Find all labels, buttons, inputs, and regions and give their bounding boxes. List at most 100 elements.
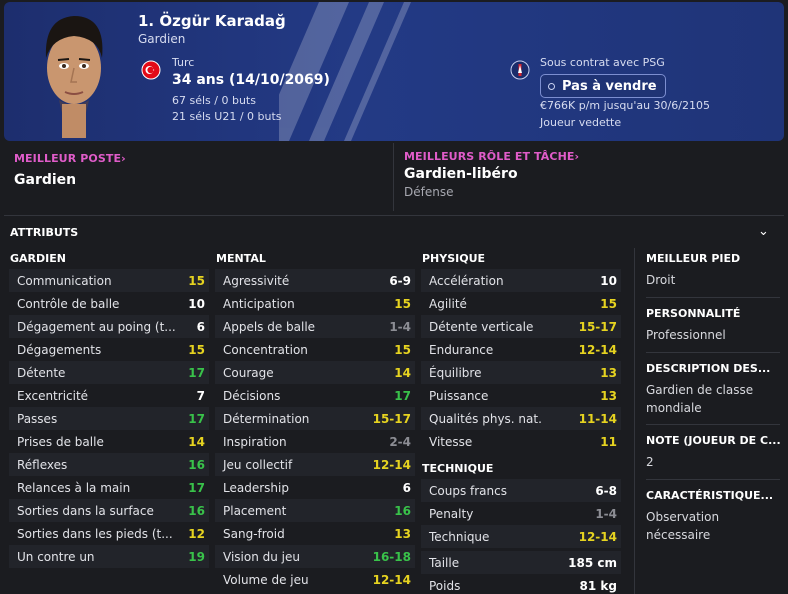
- wage-contract-end: €766K p/m jusqu'au 30/6/2105: [540, 99, 710, 112]
- player-header: 1. Özgür Karadağ Gardien Turc 34 ans (14…: [4, 2, 784, 141]
- attribute-row[interactable]: Penalty 1-4: [421, 502, 621, 525]
- attribute-row[interactable]: Communication 15: [9, 269, 209, 292]
- attribute-label: Sorties dans la surface: [17, 503, 154, 518]
- section-divider: [4, 215, 784, 216]
- attribute-label: Penalty: [429, 506, 474, 521]
- side-item-characteristics[interactable]: CARACTÉRISTIQUE... Observation nécessair…: [646, 489, 780, 544]
- player-name: 1. Özgür Karadağ: [138, 12, 286, 30]
- best-position-link[interactable]: MEILLEUR POSTE›: [14, 152, 126, 165]
- attribute-row[interactable]: Excentricité 7: [9, 384, 209, 407]
- attribute-row[interactable]: Un contre un 19: [9, 545, 209, 568]
- contract-club[interactable]: Sous contrat avec PSG: [540, 56, 665, 69]
- attribute-row[interactable]: Relances à la main 17: [9, 476, 209, 499]
- attribute-row[interactable]: Passes 17: [9, 407, 209, 430]
- attribute-value: 6-8: [595, 483, 617, 498]
- attribute-row[interactable]: Équilibre 13: [421, 361, 621, 384]
- attribute-row[interactable]: Vision du jeu 16-18: [215, 545, 415, 568]
- best-role-value: Gardien-libéro: [404, 166, 518, 182]
- attributes-title: ATTRIBUTS: [10, 226, 79, 239]
- best-role-title: MEILLEURS RÔLE ET TÂCHE: [404, 150, 575, 163]
- attribute-label: Sang-froid: [223, 526, 285, 541]
- mental-list: Agressivité 6-9 Anticipation 15 Appels de ba…: [215, 269, 415, 591]
- transfer-status-button[interactable]: Pas à vendre: [540, 74, 666, 98]
- best-position-panel: MEILLEUR POSTE› Gardien: [4, 143, 394, 211]
- attribute-row[interactable]: Placement 16: [215, 499, 415, 522]
- attribute-row[interactable]: Vitesse 11: [421, 430, 621, 453]
- side-item-description[interactable]: DESCRIPTION DES... Gardien de classe mon…: [646, 362, 780, 417]
- side-item-personality[interactable]: PERSONNALITÉ Professionnel: [646, 307, 780, 344]
- attribute-row[interactable]: Leadership 6: [215, 476, 415, 499]
- attribute-value: 2-4: [389, 434, 411, 449]
- gardien-header: GARDIEN: [10, 252, 66, 265]
- attribute-label: Détente: [17, 365, 66, 380]
- attribute-row[interactable]: Détermination 15-17: [215, 407, 415, 430]
- attribute-value: 15: [394, 342, 411, 357]
- attribute-value: 17: [188, 480, 205, 495]
- attribute-value: 14: [188, 434, 205, 449]
- attribute-label: Puissance: [429, 388, 489, 403]
- technique-header: TECHNIQUE: [422, 462, 494, 475]
- attribute-row[interactable]: Prises de balle 14: [9, 430, 209, 453]
- attribute-row[interactable]: Jeu collectif 12-14: [215, 453, 415, 476]
- attribute-row[interactable]: Concentration 15: [215, 338, 415, 361]
- side-item-value: Professionnel: [646, 328, 726, 342]
- attribute-row[interactable]: Courage 14: [215, 361, 415, 384]
- attribute-label: Endurance: [429, 342, 494, 357]
- attribute-row[interactable]: Sorties dans la surface 16: [9, 499, 209, 522]
- gardien-list: Communication 15 Contrôle de balle 10 Dégage…: [9, 269, 209, 568]
- attribute-row[interactable]: Coups francs 6-8: [421, 479, 621, 502]
- attribute-row[interactable]: Dégagements 15: [9, 338, 209, 361]
- chevron-down-icon[interactable]: ⌄: [758, 224, 769, 239]
- attribute-value: 12-14: [578, 342, 617, 357]
- attribute-row[interactable]: Poids 81 kg: [421, 574, 621, 594]
- attribute-row[interactable]: Sang-froid 13: [215, 522, 415, 545]
- u21-caps: 21 séls U21 / 0 buts: [172, 110, 282, 123]
- attribute-value: 10: [600, 273, 617, 288]
- attribute-row[interactable]: Dégagement au poing (t... 6: [9, 315, 209, 338]
- chevron-right-icon: ›: [121, 152, 126, 165]
- side-item-title: DESCRIPTION DES...: [646, 362, 771, 375]
- attribute-row[interactable]: Technique 12-14: [421, 525, 621, 548]
- attribute-label: Agilité: [429, 296, 467, 311]
- attribute-label: Sorties dans les pieds (t...: [17, 526, 173, 541]
- attribute-row[interactable]: Sorties dans les pieds (t... 12: [9, 522, 209, 545]
- attribute-value: 15-17: [578, 319, 617, 334]
- attribute-value: 15: [394, 296, 411, 311]
- attribute-value: 6: [402, 480, 411, 495]
- attribute-label: Excentricité: [17, 388, 89, 403]
- attribute-row[interactable]: Agilité 15: [421, 292, 621, 315]
- attribute-row[interactable]: Qualités phys. nat. 11-14: [421, 407, 621, 430]
- attribute-value: 14: [394, 365, 411, 380]
- age-dob: 34 ans (14/10/2069): [172, 72, 330, 88]
- attribute-row[interactable]: Inspiration 2-4: [215, 430, 415, 453]
- attribute-row[interactable]: Anticipation 15: [215, 292, 415, 315]
- psg-badge-icon[interactable]: [510, 60, 530, 80]
- attribute-row[interactable]: Détente 17: [9, 361, 209, 384]
- attribute-row[interactable]: Volume de jeu 12-14: [215, 568, 415, 591]
- attribute-row[interactable]: Décisions 17: [215, 384, 415, 407]
- attribute-row[interactable]: Détente verticale 15-17: [421, 315, 621, 338]
- side-item-preferred-foot[interactable]: MEILLEUR PIED Droit: [646, 252, 780, 289]
- attribute-label: Agressivité: [223, 273, 290, 288]
- attribute-row[interactable]: Endurance 12-14: [421, 338, 621, 361]
- transfer-status-label: Pas à vendre: [562, 78, 657, 94]
- attribute-row[interactable]: Puissance 13: [421, 384, 621, 407]
- physique-header: PHYSIQUE: [422, 252, 486, 265]
- attribute-row[interactable]: Accélération 10: [421, 269, 621, 292]
- attribute-label: Dégagements: [17, 342, 102, 357]
- best-role-link[interactable]: MEILLEURS RÔLE ET TÂCHE›: [404, 150, 579, 163]
- squad-status: Joueur vedette: [540, 116, 622, 129]
- nationality-label[interactable]: Turc: [172, 56, 194, 69]
- attribute-row[interactable]: Réflexes 16: [9, 453, 209, 476]
- turkey-flag-icon[interactable]: [141, 60, 161, 80]
- attribute-row[interactable]: Taille 185 cm: [421, 551, 621, 574]
- side-item-value: Droit: [646, 273, 676, 287]
- attribute-label: Appels de balle: [223, 319, 316, 334]
- attribute-row[interactable]: Agressivité 6-9: [215, 269, 415, 292]
- attribute-row[interactable]: Appels de balle 1-4: [215, 315, 415, 338]
- side-item-rating[interactable]: NOTE (JOUEUR DE C... 2: [646, 434, 780, 471]
- side-item-title: PERSONNALITÉ: [646, 307, 741, 320]
- attribute-row[interactable]: Contrôle de balle 10: [9, 292, 209, 315]
- attribute-label: Courage: [223, 365, 274, 380]
- side-divider: [646, 297, 780, 298]
